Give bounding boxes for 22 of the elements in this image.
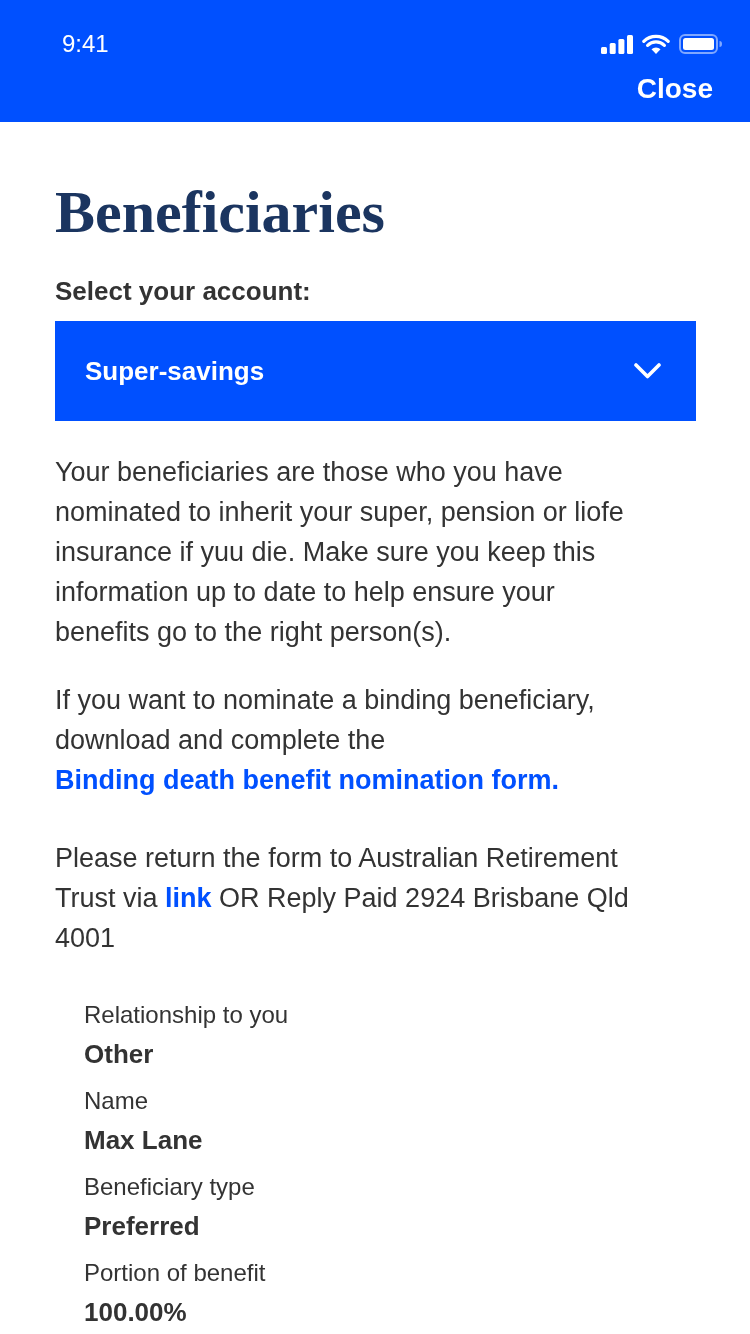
paragraph: Your beneficiaries are those who you have nominated to inherit your super, pension or liofe insurance if yuu die. Make sure you keep this information up to date to help ensure your benefits go to the right person(s). [55, 456, 625, 649]
detail-value: Other [84, 1038, 155, 1070]
link[interactable]: link [165, 883, 212, 913]
detail-value: 100.00% [84, 1296, 188, 1328]
detail-value: Max Lane [84, 1124, 204, 1156]
wifi-icon [642, 34, 670, 54]
account-dropdown[interactable]: Super-savings [55, 321, 696, 421]
field-label: Select your account: [55, 275, 312, 308]
detail-label: Portion of benefit [84, 1258, 267, 1288]
paragraph: If you want to nominate a binding beneficiary, download and complete the Binding death benefit nomination form. [55, 684, 596, 797]
close-button[interactable]: Close [636, 72, 713, 106]
detail-label: Name [84, 1086, 150, 1116]
link[interactable]: Binding death benefit nomination form. [55, 765, 559, 795]
paragraph: Please return the form to Australian Retirement Trust via link OR Reply Paid 2924 Brisbane Qld 4001 [55, 842, 630, 955]
detail-label: Relationship to you [84, 1000, 290, 1030]
signal-icon [601, 34, 633, 54]
detail-value: Preferred [84, 1210, 201, 1242]
detail-label: Beneficiary type [84, 1172, 256, 1202]
page-title: Beneficiaries [55, 178, 386, 246]
chevron-down-icon [634, 363, 661, 379]
battery-icon [679, 34, 722, 54]
status-time: 9:41 [62, 29, 109, 59]
